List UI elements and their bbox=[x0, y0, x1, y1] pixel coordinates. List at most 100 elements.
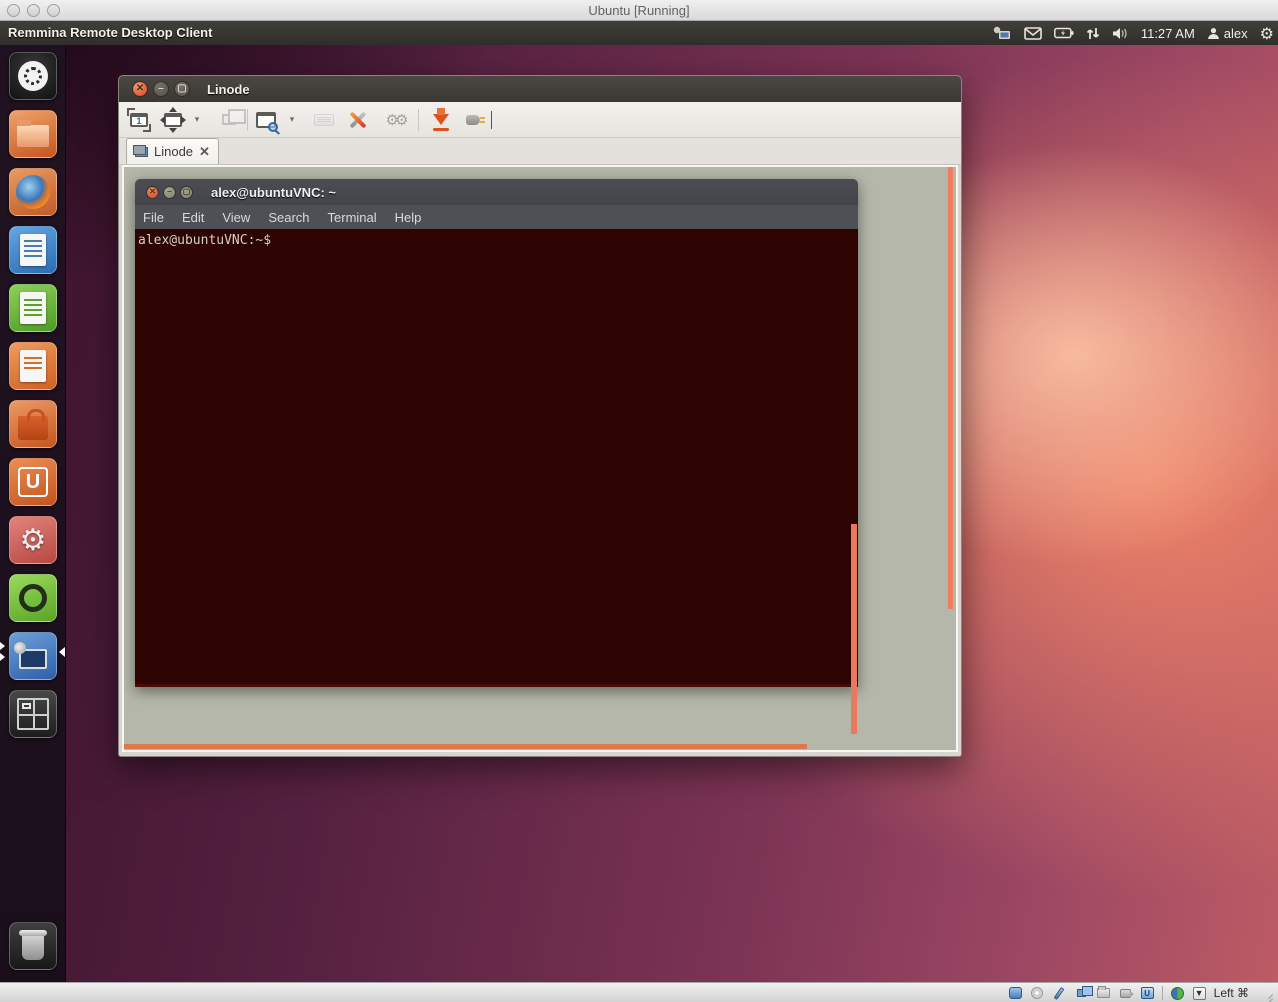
ubuntu-one-icon: U bbox=[18, 467, 48, 497]
firefox-icon bbox=[16, 175, 50, 209]
terminal-close-button[interactable]: ✕ bbox=[146, 186, 159, 199]
fullscreen-options-chevron[interactable]: ▾ bbox=[191, 114, 203, 125]
panel-app-title: Remmina Remote Desktop Client bbox=[8, 25, 212, 40]
launcher-item-system-settings[interactable]: ⚙ bbox=[9, 516, 57, 564]
mouse-integration-icon[interactable] bbox=[1170, 987, 1185, 1000]
duplicate-connection-icon bbox=[217, 108, 241, 132]
video-capture-icon[interactable] bbox=[1118, 987, 1133, 1000]
tab-label: Linode bbox=[154, 144, 193, 159]
connection-icon bbox=[135, 147, 148, 157]
impress-document-icon bbox=[20, 350, 46, 382]
window-close-button[interactable]: ✕ bbox=[132, 81, 148, 97]
mail-icon[interactable] bbox=[1024, 27, 1042, 40]
terminal-minimize-button[interactable]: – bbox=[163, 186, 176, 199]
host-key-label: Left ⌘ bbox=[1214, 986, 1249, 1000]
network-traffic-icon[interactable] bbox=[1086, 27, 1100, 40]
remmina-window-title: Linode bbox=[207, 82, 250, 97]
optical-drives-icon[interactable] bbox=[1030, 987, 1045, 1000]
launcher-item-libreoffice-calc[interactable] bbox=[9, 284, 57, 332]
launcher-item-libreoffice-writer[interactable] bbox=[9, 226, 57, 274]
toolbar-separator bbox=[418, 109, 419, 131]
minimize-to-tray-icon[interactable] bbox=[429, 108, 453, 132]
remmina-icon bbox=[19, 649, 47, 669]
clock[interactable]: 11:27 AM bbox=[1141, 26, 1195, 41]
menu-view[interactable]: View bbox=[222, 210, 250, 225]
scaled-mode-icon[interactable] bbox=[254, 108, 278, 132]
vm-screen: Ubuntu [Running] Remmina Remote Desktop … bbox=[0, 0, 1278, 1002]
remote-desktop-view[interactable]: ✕ – ▢ alex@ubuntuVNC: ~ File Edit View S… bbox=[122, 165, 958, 752]
terminal-maximize-button[interactable]: ▢ bbox=[180, 186, 193, 199]
launcher-item-remmina[interactable] bbox=[9, 632, 57, 680]
terminal-body[interactable]: alex@ubuntuVNC:~$ bbox=[135, 229, 858, 687]
tab-close-icon[interactable]: ✕ bbox=[199, 144, 210, 160]
launcher-item-software-updater[interactable] bbox=[9, 574, 57, 622]
render-artifact-stripe bbox=[124, 744, 807, 749]
shared-folders-icon[interactable] bbox=[1096, 987, 1111, 1000]
scale-options-chevron[interactable]: ▾ bbox=[286, 114, 298, 125]
tab-linode[interactable]: Linode ✕ bbox=[126, 138, 219, 164]
battery-icon[interactable] bbox=[1054, 27, 1074, 39]
calc-document-icon bbox=[20, 292, 46, 324]
indicator-area: 11:27 AM alex ⚙ bbox=[992, 21, 1274, 45]
writer-document-icon bbox=[20, 234, 46, 266]
trash-icon bbox=[22, 934, 44, 960]
preferences-icon[interactable]: ⚙⚙ bbox=[380, 108, 410, 132]
volume-icon[interactable] bbox=[1112, 27, 1129, 40]
terminal-menubar: File Edit View Search Terminal Help bbox=[135, 205, 858, 229]
fullscreen-icon[interactable] bbox=[161, 108, 185, 132]
folder-icon bbox=[17, 125, 49, 147]
terminal-titlebar[interactable]: ✕ – ▢ alex@ubuntuVNC: ~ bbox=[135, 179, 858, 205]
shell-prompt: alex@ubuntuVNC:~$ bbox=[138, 233, 271, 248]
mac-titlebar: Ubuntu [Running] bbox=[0, 0, 1278, 21]
menu-search[interactable]: Search bbox=[268, 210, 309, 225]
username: alex bbox=[1224, 26, 1248, 41]
keyboard-capture-icon[interactable]: ▼ bbox=[1192, 987, 1207, 1000]
display-icon[interactable]: U bbox=[1140, 987, 1155, 1000]
menu-edit[interactable]: Edit bbox=[182, 210, 204, 225]
launcher-item-ubuntu-one[interactable]: U bbox=[9, 458, 57, 506]
shopping-bag-icon bbox=[18, 416, 48, 440]
toolbar-separator bbox=[247, 109, 248, 131]
launcher-item-libreoffice-impress[interactable] bbox=[9, 342, 57, 390]
disconnect-icon[interactable] bbox=[461, 108, 485, 132]
resize-window-icon[interactable]: 1 bbox=[127, 108, 151, 132]
window-maximize-button[interactable]: ▢ bbox=[174, 81, 190, 97]
render-artifact-stripe bbox=[948, 167, 953, 609]
remmina-focused-arrow bbox=[59, 647, 65, 657]
usb-icon[interactable] bbox=[1052, 987, 1067, 1000]
launcher-item-workspace-switcher[interactable] bbox=[9, 690, 57, 738]
vm-window-title: Ubuntu [Running] bbox=[0, 3, 1278, 18]
ubuntu-logo-icon bbox=[18, 61, 48, 91]
user-icon bbox=[1207, 27, 1220, 40]
launcher-item-home-folder[interactable] bbox=[9, 110, 57, 158]
window-minimize-button[interactable]: – bbox=[153, 81, 169, 97]
grab-keyboard-icon bbox=[312, 108, 336, 132]
statusbar-icons: U ▼ Left ⌘ bbox=[1008, 983, 1274, 1002]
menu-help[interactable]: Help bbox=[395, 210, 422, 225]
user-menu[interactable]: alex bbox=[1207, 26, 1248, 41]
terminal-window: ✕ – ▢ alex@ubuntuVNC: ~ File Edit View S… bbox=[135, 179, 858, 687]
session-gear-icon[interactable]: ⚙ bbox=[1260, 24, 1274, 43]
network-icon[interactable] bbox=[1074, 987, 1089, 1000]
render-artifact-stripe bbox=[851, 524, 857, 734]
menu-file[interactable]: File bbox=[143, 210, 164, 225]
toolbar-caret bbox=[491, 111, 492, 129]
resize-grip[interactable] bbox=[1260, 986, 1274, 1000]
remmina-titlebar[interactable]: ✕ – ▢ Linode bbox=[119, 76, 961, 102]
launcher-item-trash[interactable] bbox=[9, 922, 57, 970]
ubuntu-top-panel: Remmina Remote Desktop Client 11:27 AM a… bbox=[0, 21, 1278, 45]
launcher-item-software-center[interactable] bbox=[9, 400, 57, 448]
desktop-wallpaper: U ⚙ ✕ – ▢ Linode 1 bbox=[0, 45, 1278, 982]
launcher-item-firefox[interactable] bbox=[9, 168, 57, 216]
remmina-applet-icon[interactable] bbox=[992, 26, 1012, 41]
hard-disks-icon[interactable] bbox=[1008, 987, 1023, 1000]
dash-button[interactable] bbox=[9, 52, 57, 100]
settings-gear-icon: ⚙ bbox=[20, 523, 47, 558]
tools-icon[interactable] bbox=[346, 108, 370, 132]
virtualbox-statusbar: U ▼ Left ⌘ bbox=[0, 982, 1278, 1002]
remmina-running-pip bbox=[0, 653, 5, 661]
menu-terminal[interactable]: Terminal bbox=[328, 210, 377, 225]
unity-launcher: U ⚙ bbox=[0, 45, 66, 982]
remmina-window: ✕ – ▢ Linode 1 ▾ ▾ ⚙⚙ bbox=[118, 75, 962, 757]
updater-icon bbox=[19, 584, 47, 612]
